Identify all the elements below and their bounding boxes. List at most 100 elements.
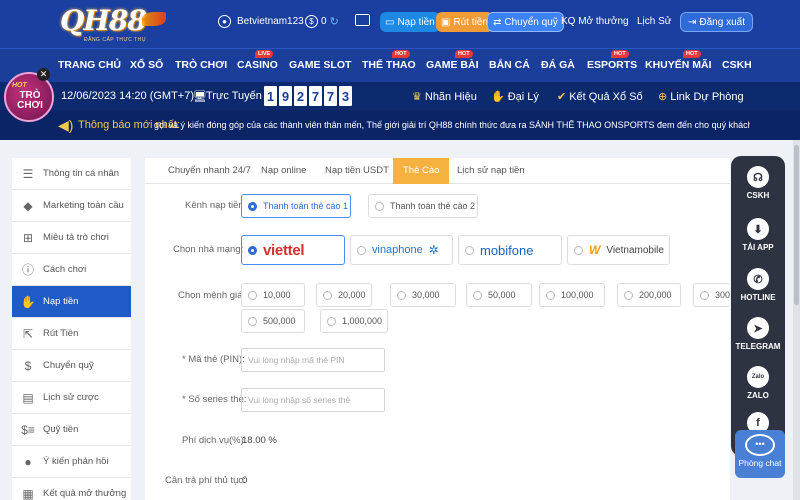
headset-icon: ☊	[747, 166, 769, 188]
tab-usdt[interactable]: Nạp tiền USDT	[325, 165, 389, 176]
check-circle-icon: ✔	[557, 91, 567, 103]
denomination-10000[interactable]: 10,000	[241, 283, 305, 307]
nav-label: CASINO	[237, 59, 278, 71]
history-link[interactable]: Lịch Sử	[637, 16, 672, 27]
nav-item-lottery[interactable]: XỔ SỐ	[130, 59, 163, 71]
sidebar-item-feedback[interactable]: ● Ý kiến phản hồi	[12, 446, 131, 478]
withdraw-icon: ⇱	[22, 326, 34, 341]
lottery-results-link[interactable]: ✔ Kết Quả Xổ Số	[557, 90, 643, 104]
deposit-button[interactable]: ▭ Nạp tiền	[380, 12, 440, 32]
scrollbar-thumb[interactable]	[794, 145, 799, 305]
radio-icon	[323, 290, 332, 300]
sidebar-item-label: Quỹ tiền	[43, 424, 79, 435]
brand-link[interactable]: ♛ Nhãn Hiệu	[412, 90, 477, 104]
mobifone-logo: mobifone	[480, 242, 534, 258]
sidebar-item-deposit[interactable]: ✋ Nạp tiền	[12, 286, 131, 318]
denomination-200000[interactable]: 200,000	[617, 283, 681, 307]
denomination-value: 500,000	[263, 316, 296, 326]
nav-item-fishing[interactable]: BẮN CÁ	[489, 59, 530, 71]
hot-games-line1: HOT	[12, 82, 27, 89]
logout-button[interactable]: ⇥ Đăng xuất	[680, 12, 753, 32]
denomination-500000[interactable]: 500,000	[241, 309, 305, 333]
tab-deposit-history[interactable]: Lịch sử nạp tiền	[457, 165, 525, 176]
transfer-button[interactable]: ⇄ Chuyển quỹ	[487, 12, 564, 32]
sidebar-item-label: Lịch sử cược	[43, 392, 99, 403]
radio-icon	[465, 245, 474, 255]
sidebar-item-game-description[interactable]: ⊞ Miêu tả trò chơi	[12, 222, 131, 254]
nav-item-esports[interactable]: HOT ESPORTS	[587, 50, 637, 71]
results-link[interactable]: KQ Mở thưởng	[561, 16, 629, 27]
tab-online[interactable]: Nạp online	[261, 165, 306, 176]
nav-item-slot[interactable]: GAME SLOT	[289, 59, 351, 71]
app-download-label: TẢI APP	[742, 243, 774, 252]
chat-room-button[interactable]: ••• Phòng chat	[735, 430, 785, 478]
backup-link[interactable]: ⊕ Link Dự Phòng	[658, 90, 744, 104]
hot-badge: HOT	[392, 50, 410, 58]
carrier-vinaphone[interactable]: vinaphone ✲	[350, 235, 453, 265]
denomination-20000[interactable]: 20,000	[316, 283, 372, 307]
denomination-value: 30,000	[412, 290, 440, 300]
app-download-link[interactable]: ⬇ TẢI APP	[731, 218, 785, 252]
nav-item-promotions[interactable]: HOT KHUYẾN MÃI	[645, 50, 712, 71]
backup-label: Link Dự Phòng	[670, 90, 744, 103]
online-digit: 9	[279, 86, 292, 106]
radio-icon	[357, 245, 366, 255]
hot-games-line2: TRÒ CHƠI	[17, 90, 43, 111]
nav-item-home[interactable]: TRANG CHỦ	[58, 59, 121, 71]
flame-icon	[142, 12, 166, 26]
mail-icon[interactable]	[355, 14, 370, 26]
denomination-50000[interactable]: 50,000	[466, 283, 532, 307]
gamepad-icon: ⊞	[22, 230, 34, 245]
user-info[interactable]: ● Betvietnam123	[218, 15, 304, 28]
zalo-link[interactable]: Zalo ZALO	[731, 366, 785, 400]
chat-room-label: Phòng chat	[738, 458, 782, 468]
sidebar-item-transfer[interactable]: $ Chuyển quỹ	[12, 350, 131, 382]
telegram-link[interactable]: ➤ TELEGRAM	[731, 317, 785, 351]
sidebar-item-profile[interactable]: ☰ Thông tin cá nhân	[12, 158, 131, 190]
sidebar-item-withdraw[interactable]: ⇱ Rút Tiền	[12, 318, 131, 350]
fee-label: Phí dịch vụ(%):	[182, 435, 247, 446]
nav-item-cockfight[interactable]: ĐÁ GÀ	[541, 59, 575, 71]
hotline-link[interactable]: ✆ HOTLINE	[731, 268, 785, 302]
denomination-30000[interactable]: 30,000	[390, 283, 456, 307]
tab-scratch-card[interactable]: Thẻ Cào	[393, 158, 450, 184]
carrier-vietnamobile[interactable]: W Vietnamobile	[567, 235, 670, 265]
nav-item-games[interactable]: TRÒ CHƠI	[175, 59, 227, 71]
nav-item-card-games[interactable]: HOT GAME BÀI	[426, 50, 479, 71]
nav-item-support[interactable]: CSKH	[722, 59, 752, 71]
denomination-300000[interactable]: 300,000	[693, 283, 730, 307]
carrier-viettel[interactable]: viettel	[241, 235, 345, 265]
sidebar-item-label: Miêu tả trò chơi	[43, 232, 109, 243]
radio-icon	[397, 290, 406, 300]
qh88-logo[interactable]: QH88 ĐẲNG CẤP THỰC THỤ	[58, 4, 166, 44]
phone-icon: ✆	[747, 268, 769, 290]
serial-input[interactable]: Vui lòng nhập số series thẻ	[241, 388, 385, 412]
withdraw-button[interactable]: ▣ Rút tiền	[436, 12, 493, 32]
carrier-mobifone[interactable]: mobifone	[458, 235, 562, 265]
total-fee-label: Cần trả phí thủ tục:	[165, 475, 246, 486]
sidebar-item-bet-history[interactable]: ▤ Lịch sử cược	[12, 382, 131, 414]
denomination-100000[interactable]: 100,000	[539, 283, 605, 307]
pin-input[interactable]: Vui lòng nhập mã thẻ PIN	[241, 348, 385, 372]
denomination-value: 100,000	[561, 290, 594, 300]
sidebar-item-marketing[interactable]: ◆ Marketing toàn cầu	[12, 190, 131, 222]
online-digit: 7	[309, 86, 322, 106]
denomination-value: 200,000	[639, 290, 672, 300]
tab-fast-transfer[interactable]: Chuyển nhanh 24/7	[168, 165, 251, 176]
nav-item-sports[interactable]: HOT THỂ THAO	[362, 50, 416, 71]
radio-icon	[375, 201, 384, 211]
channel-option-1[interactable]: Thanh toán thẻ cào 1	[241, 194, 351, 218]
channel-option-2[interactable]: Thanh toán thẻ cào 2	[368, 194, 478, 218]
zalo-icon: Zalo	[747, 366, 769, 388]
sidebar-item-label: Nạp tiền	[43, 296, 79, 307]
sidebar-item-results[interactable]: ▦ Kết quả mở thưởng	[12, 478, 131, 500]
sidebar-item-how-to-play[interactable]: ⓘ Cách chơi	[12, 254, 131, 286]
logo-text: QH88	[60, 4, 147, 37]
nav-item-casino[interactable]: LIVE CASINO	[237, 50, 278, 71]
agent-link[interactable]: ✋ Đại Lý	[491, 90, 539, 104]
denomination-1000000[interactable]: 1,000,000	[320, 309, 388, 333]
refresh-icon[interactable]: ↻	[330, 15, 339, 28]
close-icon[interactable]: ✕	[37, 68, 50, 81]
sidebar-item-funds[interactable]: $≡ Quỹ tiền	[12, 414, 131, 446]
support-link[interactable]: ☊ CSKH	[731, 166, 785, 200]
